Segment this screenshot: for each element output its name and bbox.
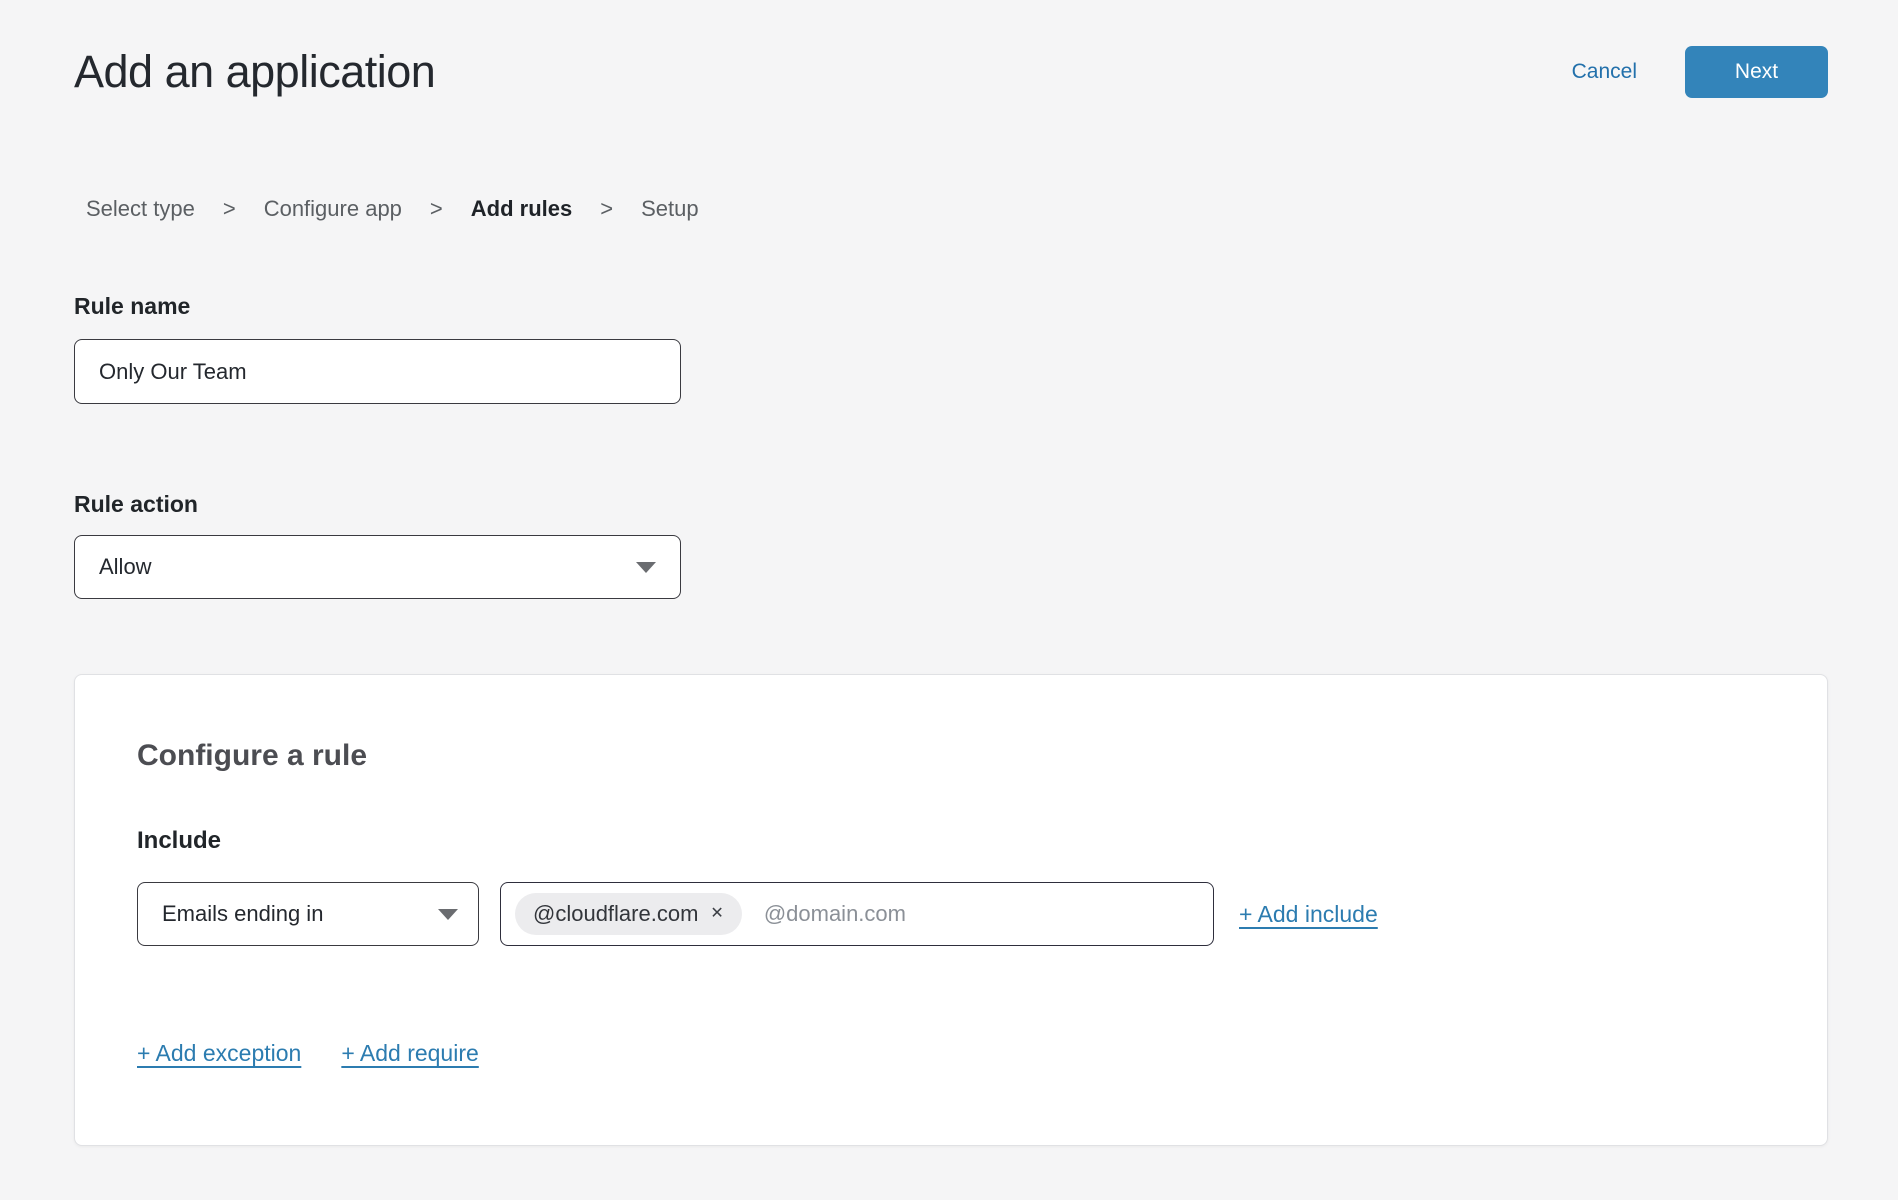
add-require-link[interactable]: + Add require — [341, 1040, 478, 1067]
card-title: Configure a rule — [137, 739, 1765, 772]
configure-rule-card: Configure a rule Include Emails ending i… — [74, 674, 1828, 1146]
cancel-button[interactable]: Cancel — [1572, 60, 1637, 84]
rule-action-selected-value: Allow — [99, 554, 152, 580]
chip-remove-icon[interactable]: ✕ — [710, 906, 723, 922]
breadcrumb-step-configure-app[interactable]: Configure app — [264, 196, 402, 222]
next-button[interactable]: Next — [1685, 46, 1828, 98]
breadcrumb-separator: > — [223, 196, 236, 222]
include-value-tag-input[interactable]: @cloudflare.com ✕ — [500, 882, 1214, 946]
rule-name-input[interactable] — [74, 339, 681, 404]
add-exception-link[interactable]: + Add exception — [137, 1040, 301, 1067]
breadcrumb-step-select-type[interactable]: Select type — [86, 196, 195, 222]
chevron-down-icon — [438, 909, 458, 920]
header-actions: Cancel Next — [1572, 46, 1828, 98]
include-criteria-selected-value: Emails ending in — [162, 901, 323, 927]
page-header: Add an application Cancel Next — [74, 0, 1828, 100]
include-label: Include — [137, 827, 1765, 854]
add-application-page: Add an application Cancel Next Select ty… — [0, 0, 1898, 1200]
include-criteria-select[interactable]: Emails ending in — [137, 882, 479, 946]
email-domain-chip: @cloudflare.com ✕ — [515, 893, 742, 935]
rule-action-label: Rule action — [74, 491, 1828, 518]
rule-extra-links: + Add exception + Add require — [137, 1040, 1765, 1067]
breadcrumb-separator: > — [430, 196, 443, 222]
breadcrumb-separator: > — [600, 196, 613, 222]
include-rule-row: Emails ending in @cloudflare.com ✕ + Add… — [137, 882, 1765, 946]
add-include-link[interactable]: + Add include — [1239, 901, 1378, 928]
domain-entry-input[interactable] — [764, 901, 1199, 927]
rule-action-select[interactable]: Allow — [74, 535, 681, 599]
chip-label: @cloudflare.com — [533, 901, 698, 927]
chevron-down-icon — [636, 562, 656, 573]
breadcrumb-step-setup[interactable]: Setup — [641, 196, 699, 222]
rule-name-label: Rule name — [74, 293, 1828, 320]
page-title: Add an application — [74, 44, 435, 100]
breadcrumb-step-add-rules[interactable]: Add rules — [471, 196, 572, 222]
breadcrumb: Select type > Configure app > Add rules … — [86, 196, 1828, 222]
